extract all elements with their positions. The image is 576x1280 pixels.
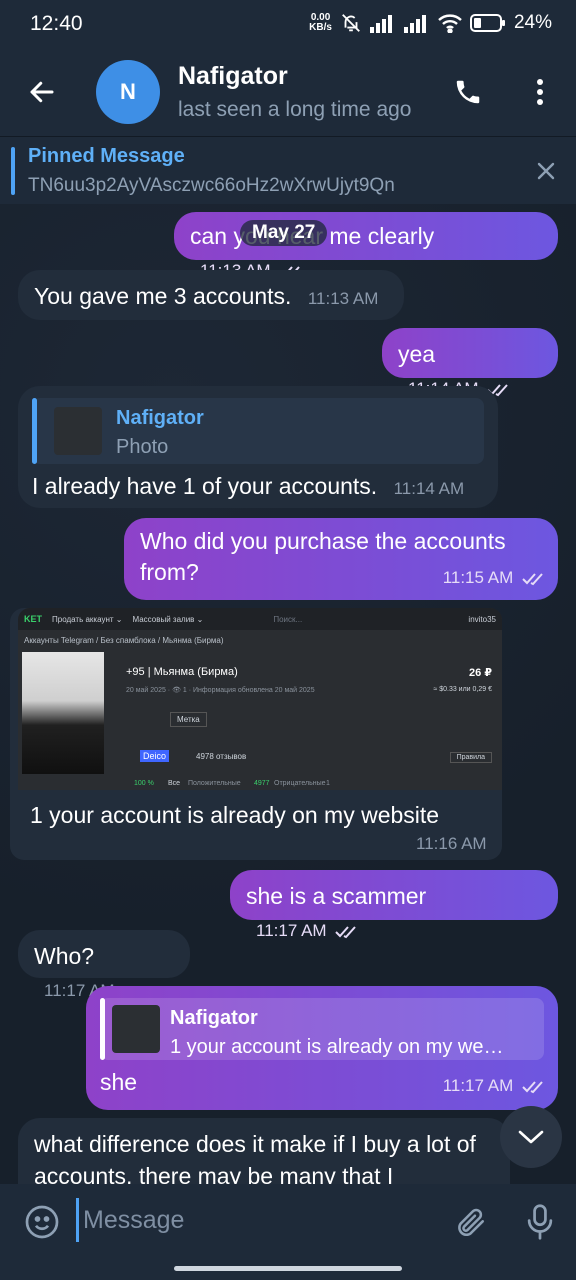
kebab-menu-icon xyxy=(537,79,543,105)
battery-percent: 24% xyxy=(513,12,552,33)
message-time: 11:16 AM xyxy=(416,834,487,853)
message-text: what difference does it make if I buy a … xyxy=(34,1131,476,1184)
photo-listing: +95 | Мьянма (Бирма) 26 ₽ 20 май 2025 · … xyxy=(126,666,492,787)
status-bar: 12:40 0.00 KB/s 24% xyxy=(0,0,576,52)
message-composer xyxy=(0,1184,576,1280)
net-speed: 0.00 KB/s xyxy=(309,12,332,33)
back-arrow-icon xyxy=(30,81,54,103)
microphone-icon xyxy=(527,1204,553,1240)
message-text: You gave me 3 accounts. xyxy=(34,283,292,309)
contact-status: last seen a long time ago xyxy=(178,98,412,121)
message-time: 11:17 AM xyxy=(443,1070,546,1102)
message-photo[interactable]: KET Продать аккаунт ⌄ Массовый залив ⌄ П… xyxy=(18,608,502,790)
contact-name[interactable]: Nafigator xyxy=(178,62,288,91)
message-text: she xyxy=(100,1069,138,1095)
double-check-icon xyxy=(522,1080,543,1093)
double-check-icon xyxy=(522,572,543,585)
reply-snippet: Photo xyxy=(116,436,169,458)
paperclip-icon xyxy=(458,1208,485,1237)
photo-profile-picture xyxy=(22,652,104,774)
double-check-icon xyxy=(335,925,357,938)
pinned-message[interactable]: Pinned Message TN6uu3p2AyVAsczwc66oHz2wX… xyxy=(0,136,576,204)
message-list[interactable]: can you hear me clearly 11:13 AM May 27 … xyxy=(0,204,576,1184)
message-bubble-in[interactable]: what difference does it make if I buy a … xyxy=(18,1118,510,1184)
reply-preview[interactable]: Nafigator Photo xyxy=(32,398,484,464)
pinned-text: TN6uu3p2AyVAsczwc66oHz2wXrwUjyt9Qn xyxy=(28,175,395,196)
telegram-chat-screen: 12:40 0.00 KB/s 24% N Nafigator last see… xyxy=(0,0,576,1280)
date-chip: May 27 xyxy=(240,220,328,246)
close-icon xyxy=(537,162,555,180)
reply-preview[interactable]: Nafigator 1 your account is already on m… xyxy=(100,998,544,1060)
signal-icon-2 xyxy=(403,15,426,33)
status-time: 12:40 xyxy=(30,12,83,35)
message-text: Who? xyxy=(34,943,95,969)
message-bubble-in[interactable]: You gave me 3 accounts. 11:13 AM xyxy=(18,270,404,320)
message-text: she is a scammer xyxy=(246,883,427,909)
message-text: 1 your account is already on my website xyxy=(30,802,440,828)
pinned-close-button[interactable] xyxy=(530,155,562,187)
chat-header: N Nafigator last seen a long time ago xyxy=(0,52,576,136)
reply-bar xyxy=(100,998,105,1060)
emoji-button[interactable] xyxy=(22,1202,62,1242)
message-text: yea xyxy=(398,341,436,367)
message-text: I already have 1 of your accounts. xyxy=(32,473,378,499)
message-bubble-out[interactable]: she is a scammer 11:17 AM xyxy=(230,870,558,940)
reply-bar xyxy=(32,398,37,464)
chevron-down-icon xyxy=(518,1130,544,1144)
wifi-icon xyxy=(438,14,462,33)
message-time: 11:17 AM xyxy=(256,921,359,940)
message-bubble-out[interactable]: can you hear me clearly 11:13 AM xyxy=(174,212,558,280)
reply-author: Nafigator xyxy=(170,1007,258,1029)
phone-icon xyxy=(456,80,480,104)
message-bubble-in[interactable]: Nafigator Photo I already have 1 of your… xyxy=(18,386,498,508)
voice-message-button[interactable] xyxy=(520,1200,560,1244)
mute-bell-icon xyxy=(342,14,360,32)
message-bubble-out[interactable]: Who did you purchase the accounts from? … xyxy=(124,518,558,600)
back-button[interactable] xyxy=(22,72,62,112)
reply-snippet: 1 your account is already on my we… xyxy=(170,1036,504,1058)
avatar[interactable]: N xyxy=(96,60,160,124)
status-icons: 0.00 KB/s 24% xyxy=(309,12,552,34)
reply-author: Nafigator xyxy=(116,407,204,429)
message-time: 11:14 AM xyxy=(393,479,465,498)
call-button[interactable] xyxy=(448,72,488,112)
photo-breadcrumbs: Аккаунты Telegram / Без спамблока / Мьян… xyxy=(24,635,224,645)
message-bubble-out[interactable]: Nafigator 1 your account is already on m… xyxy=(86,986,558,1110)
home-indicator[interactable] xyxy=(174,1266,402,1271)
photo-topbar: KET Продать аккаунт ⌄ Массовый залив ⌄ П… xyxy=(18,608,502,630)
pinned-indicator xyxy=(11,147,15,195)
reply-thumbnail xyxy=(112,1005,160,1053)
battery-icon xyxy=(469,14,505,32)
message-time: 11:15 AM xyxy=(443,562,546,594)
message-time: 11:13 AM xyxy=(307,289,379,308)
scroll-to-bottom-button[interactable] xyxy=(500,1106,562,1168)
attach-button[interactable] xyxy=(450,1202,490,1242)
message-bubble-in[interactable]: Who? 11:17 AM xyxy=(18,930,190,1000)
emoji-smile-icon xyxy=(25,1205,59,1239)
more-options-button[interactable] xyxy=(520,72,560,112)
reply-thumbnail xyxy=(54,407,102,455)
pinned-title: Pinned Message xyxy=(28,145,185,167)
message-input[interactable] xyxy=(76,1198,416,1242)
message-bubble-out[interactable]: yea 11:14 AM xyxy=(382,328,558,398)
signal-icon-1 xyxy=(369,15,392,33)
